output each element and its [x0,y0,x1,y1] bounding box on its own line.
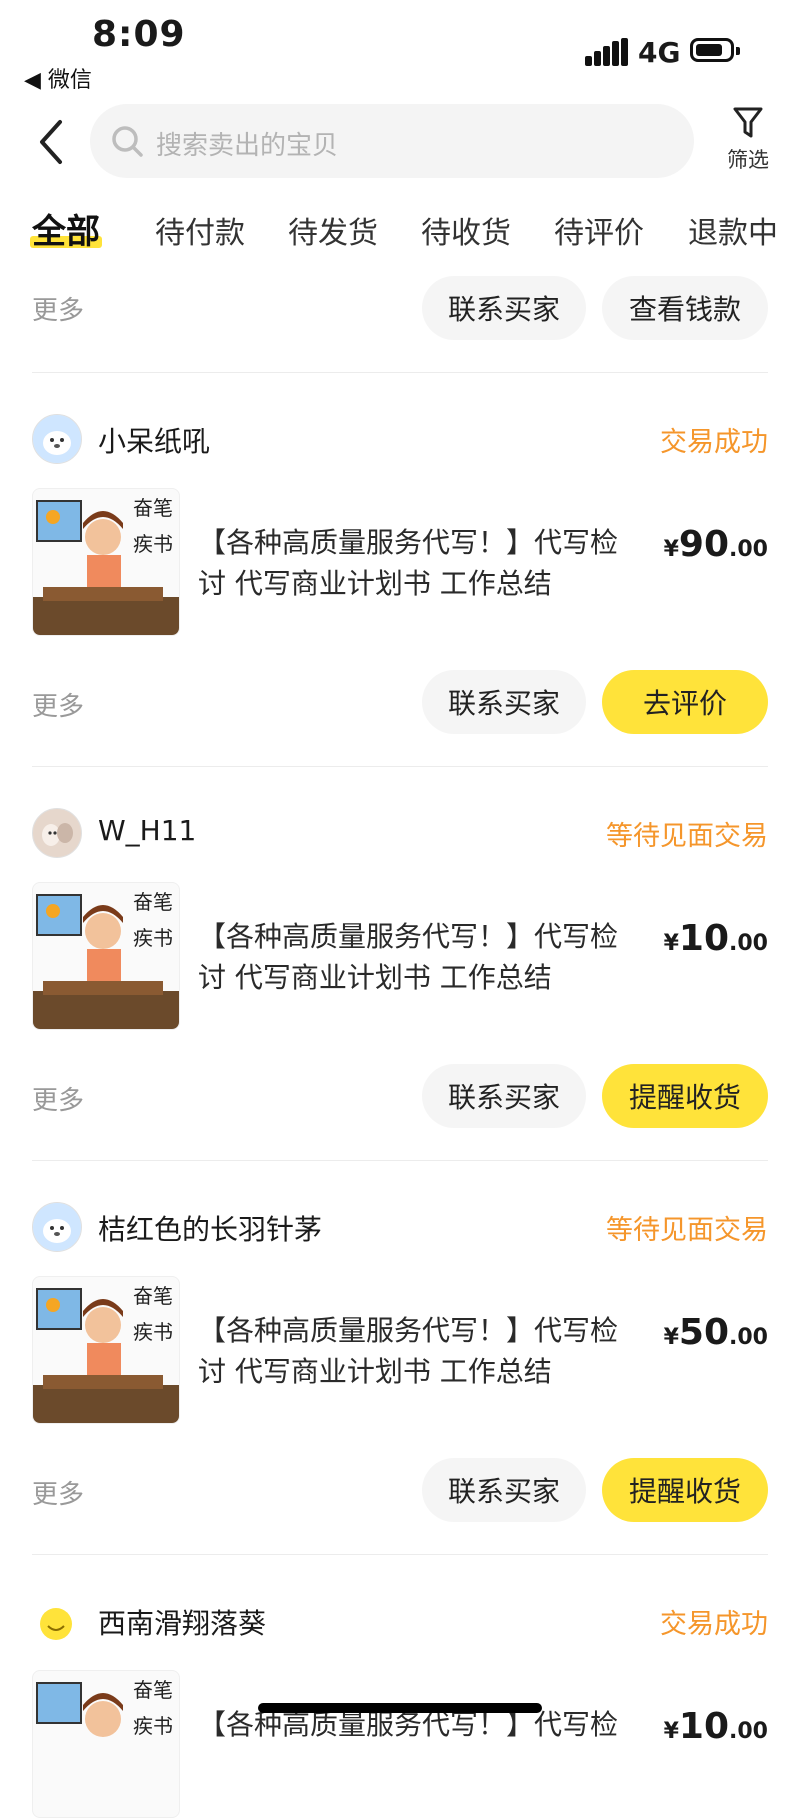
chevron-left-icon [40,120,62,164]
network-type: 4G [638,36,681,69]
product-title[interactable]: 【各种高质量服务代写！】代写检讨 代写商业计划书 工作总结 [198,916,618,998]
product-price: ¥50.00 [663,1312,768,1353]
thumb-text: 疾书 [133,926,173,950]
product-thumbnail[interactable]: 奋笔 疾书 [32,488,180,636]
product-price: ¥90.00 [663,524,768,565]
product-price: ¥10.00 [663,1706,768,1747]
filter-button[interactable]: 筛选 [720,106,776,182]
signal-icon [585,38,629,66]
buyer-name[interactable]: W_H11 [98,814,196,847]
filter-label: 筛选 [727,148,769,172]
more-link[interactable]: 更多 [32,686,84,723]
buyer-avatar[interactable] [32,1596,80,1644]
thumb-text: 疾书 [133,1320,173,1344]
order-status: 等待见面交易 [606,1215,768,1246]
tab-pending-receipt[interactable]: 待收货 [421,208,511,252]
contact-buyer-button[interactable]: 联系买家 [422,1064,586,1128]
divider [32,1160,768,1161]
product-price: ¥10.00 [663,918,768,959]
contact-buyer-button[interactable]: 联系买家 [422,276,586,340]
remind-receipt-button[interactable]: 提醒收货 [602,1458,768,1522]
view-payment-button[interactable]: 查看钱款 [602,276,768,340]
more-link[interactable]: 更多 [32,1080,84,1117]
thumb-text: 疾书 [133,1714,173,1738]
buyer-name[interactable]: 西南滑翔落葵 [98,1602,266,1642]
search-placeholder: 搜索卖出的宝贝 [156,131,339,161]
order-status: 交易成功 [660,1609,768,1640]
divider [32,372,768,373]
home-indicator[interactable] [258,1703,542,1713]
product-thumbnail[interactable]: 奋笔 疾书 [32,1670,180,1818]
back-to-wechat-link[interactable]: ◀ 微信 [24,62,92,94]
buyer-name[interactable]: 桔红色的长羽针茅 [98,1208,322,1248]
review-button[interactable]: 去评价 [602,670,768,734]
product-thumbnail[interactable]: 奋笔 疾书 [32,882,180,1030]
product-title[interactable]: 【各种高质量服务代写！】代写检讨 代写商业计划书 工作总结 [198,522,618,604]
divider [32,1554,768,1555]
tab-pending-review[interactable]: 待评价 [554,208,644,252]
order-status: 交易成功 [660,427,768,458]
product-title[interactable]: 【各种高质量服务代写！】代写检讨 代写商业计划书 工作总结 [198,1310,618,1392]
thumb-text: 奋笔 [133,1678,173,1702]
divider [32,766,768,767]
buyer-avatar[interactable] [32,1202,82,1252]
battery-icon [690,38,740,62]
order-status: 等待见面交易 [606,821,768,852]
buyer-avatar[interactable] [32,808,82,858]
remind-receipt-button[interactable]: 提醒收货 [602,1064,768,1128]
more-link[interactable]: 更多 [32,290,84,327]
tab-pending-payment[interactable]: 待付款 [155,208,245,252]
tab-refunding[interactable]: 退款中 [688,208,778,252]
thumb-text: 奋笔 [133,496,173,520]
thumb-text: 奋笔 [133,890,173,914]
tab-pending-shipment[interactable]: 待发货 [288,208,378,252]
buyer-avatar[interactable] [32,414,82,464]
search-bar[interactable]: 搜索卖出的宝贝 [90,104,694,178]
thumb-text: 疾书 [133,532,173,556]
filter-icon [733,107,763,138]
status-time: 8:09 [92,14,186,55]
more-link[interactable]: 更多 [32,1474,84,1511]
thumb-text: 奋笔 [133,1284,173,1308]
back-button[interactable] [34,118,70,166]
product-thumbnail[interactable]: 奋笔 疾书 [32,1276,180,1424]
tab-all[interactable]: 全部 [32,204,100,253]
search-icon [112,126,143,157]
contact-buyer-button[interactable]: 联系买家 [422,670,586,734]
contact-buyer-button[interactable]: 联系买家 [422,1458,586,1522]
buyer-name[interactable]: 小呆纸吼 [98,420,210,460]
